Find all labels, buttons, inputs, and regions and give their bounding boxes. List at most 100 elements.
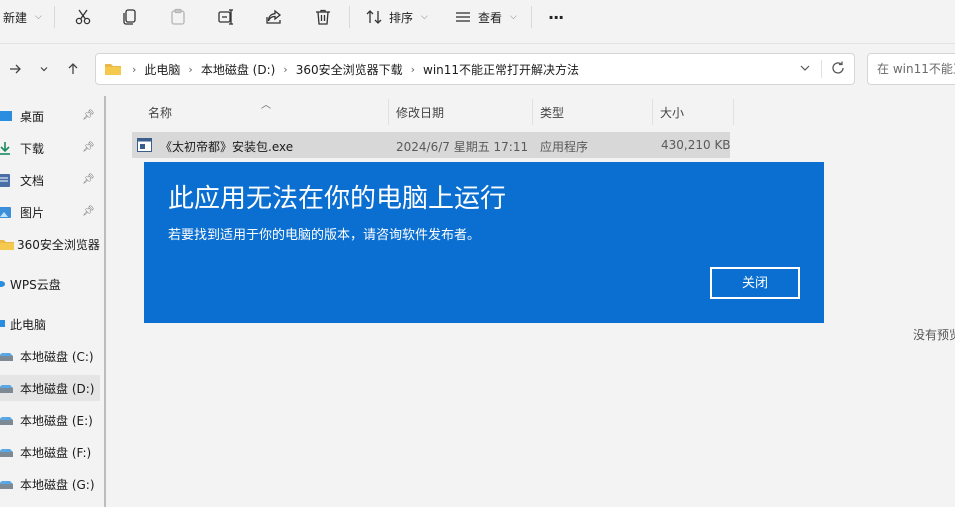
arrow-up-icon <box>68 63 78 74</box>
view-label: 查看 <box>478 10 503 25</box>
computer-icon <box>0 320 5 327</box>
new-button[interactable]: 新建 ⌵ <box>3 4 42 30</box>
paste-icon <box>171 8 185 25</box>
breadcrumb-item[interactable]: win11不能正常打开解决方法 <box>423 61 579 78</box>
sidebar-item-label: 本地磁盘 (C:) <box>20 349 94 364</box>
column-divider[interactable] <box>532 99 533 125</box>
toolbar-divider <box>349 6 350 28</box>
column-divider[interactable] <box>388 99 389 125</box>
more-icon: ··· <box>548 7 564 27</box>
desktop-icon <box>0 111 12 121</box>
breadcrumb: › 此电脑 › 本地磁盘 (D:) › 360安全浏览器下载 › win11不能… <box>104 54 579 84</box>
sidebar-item-label: 图片 <box>20 205 45 220</box>
pin-icon: 📌︎ <box>82 206 95 217</box>
sidebar-item-label: 360安全浏览器 <box>17 237 100 252</box>
new-label: 新建 <box>3 10 28 25</box>
sort-icon <box>366 10 382 24</box>
drive-icon <box>0 449 13 457</box>
pin-icon: 📌︎ <box>82 174 95 185</box>
chevron-down-icon: ⌵ <box>510 12 517 22</box>
close-button[interactable]: 关闭 <box>710 267 800 299</box>
drive-icon <box>0 417 13 425</box>
column-header-date[interactable]: 修改日期 <box>396 104 444 121</box>
sidebar-item-desktop[interactable]: 桌面 <box>0 103 44 129</box>
column-divider[interactable] <box>652 99 653 125</box>
copy-icon <box>123 9 136 25</box>
cloud-icon <box>0 281 5 287</box>
copy-button[interactable] <box>121 4 139 30</box>
column-divider[interactable] <box>733 99 734 125</box>
chevron-right-icon: › <box>410 62 416 76</box>
delete-button[interactable] <box>314 4 332 30</box>
sort-label: 排序 <box>389 10 414 25</box>
scissors-icon <box>75 9 91 25</box>
sidebar-item-wps-cloud[interactable]: WPS云盘 <box>0 271 61 297</box>
column-header-type[interactable]: 类型 <box>540 104 564 121</box>
view-list-icon <box>456 12 470 22</box>
sidebar-item-label: 本地磁盘 (G:) <box>20 477 95 492</box>
paste-button[interactable] <box>169 4 187 30</box>
sidebar-item-drive-d[interactable]: 本地磁盘 (D:) <box>0 375 100 401</box>
breadcrumb-item[interactable]: 360安全浏览器下载 <box>296 61 403 78</box>
folder-icon <box>0 240 14 250</box>
sidebar-item-label: 此电脑 <box>10 317 47 332</box>
rename-icon <box>218 9 233 25</box>
breadcrumb-item[interactable]: 本地磁盘 (D:) <box>201 61 275 78</box>
rename-button[interactable] <box>217 4 235 30</box>
sidebar-item-drive-g[interactable]: 本地磁盘 (G:) <box>0 471 95 497</box>
download-icon <box>0 142 10 155</box>
sidebar-item-drive-e[interactable]: 本地磁盘 (E:) <box>0 407 93 433</box>
sidebar-item-pictures[interactable]: 图片 <box>0 199 44 225</box>
picture-icon <box>0 207 11 218</box>
view-button[interactable]: 查看 ⌵ <box>454 4 517 30</box>
table-row[interactable]: 《太初帝都》安装包.exe 2024/6/7 星期五 17:11 应用程序 43… <box>132 132 731 158</box>
pin-icon: 📌︎ <box>82 142 95 153</box>
refresh-button[interactable] <box>830 60 846 79</box>
navigation-scrollbar[interactable] <box>104 96 106 507</box>
pin-icon: 📌︎ <box>82 110 95 121</box>
refresh-icon <box>832 61 844 74</box>
preview-pane-message: 没有预览 <box>913 328 955 342</box>
column-header-name[interactable]: 名称 <box>148 104 172 121</box>
toolbar-divider-line <box>0 43 955 44</box>
sidebar-item-drive-c[interactable]: 本地磁盘 (C:) <box>0 343 94 369</box>
column-header-size[interactable]: 大小 <box>660 104 684 121</box>
breadcrumb-item[interactable]: 此电脑 <box>144 61 180 78</box>
chevron-right-icon: › <box>132 62 137 76</box>
sort-button[interactable]: 排序 ⌵ <box>365 4 428 30</box>
address-history-button[interactable] <box>798 61 812 78</box>
sidebar-item-drive-f[interactable]: 本地磁盘 (F:) <box>0 439 91 465</box>
folder-icon <box>105 64 121 75</box>
chevron-right-icon: › <box>188 62 193 76</box>
chevron-down-icon <box>40 67 48 72</box>
share-button[interactable] <box>265 4 283 30</box>
sidebar-item-documents[interactable]: 文档 <box>0 167 44 193</box>
arrow-right-icon <box>10 64 21 74</box>
drive-icon <box>0 481 13 489</box>
sidebar-item-label: WPS云盘 <box>10 277 61 292</box>
sidebar-item-label: 本地磁盘 (E:) <box>20 413 93 428</box>
drive-icon <box>0 353 13 361</box>
more-options-button[interactable]: ··· <box>548 4 564 30</box>
sidebar-item-label: 文档 <box>20 173 45 188</box>
sidebar-item-label: 本地磁盘 (F:) <box>20 445 92 460</box>
file-date: 2024/6/7 星期五 17:11 <box>396 140 529 154</box>
search-input[interactable]: 在 win11不能正 <box>867 53 955 85</box>
sidebar-item-downloads[interactable]: 下载 <box>0 135 44 161</box>
chevron-right-icon: › <box>283 62 288 76</box>
sort-ascending-icon: ︿ <box>261 100 271 111</box>
sidebar-item-label: 下载 <box>20 141 45 156</box>
file-type: 应用程序 <box>540 140 589 154</box>
dialog-message: 若要找到适用于你的电脑的版本，请咨询软件发布者。 <box>168 228 481 243</box>
cut-button[interactable] <box>74 4 92 30</box>
chevron-down-icon: ⌵ <box>421 12 428 22</box>
sidebar-item-360-browser[interactable]: 360安全浏览器 <box>0 231 100 257</box>
address-bar[interactable]: › 此电脑 › 本地磁盘 (D:) › 360安全浏览器下载 › win11不能… <box>95 53 855 85</box>
forward-button[interactable] <box>4 58 26 80</box>
sidebar-item-this-pc[interactable]: 此电脑 <box>0 311 46 337</box>
command-bar: 新建 ⌵ 排序 ⌵ 查看 ⌵ ··· <box>0 0 955 34</box>
recent-locations-button[interactable] <box>33 58 55 80</box>
sidebar-item-label: 桌面 <box>20 109 45 124</box>
chevron-down-icon <box>800 65 810 71</box>
up-button[interactable] <box>62 58 84 80</box>
